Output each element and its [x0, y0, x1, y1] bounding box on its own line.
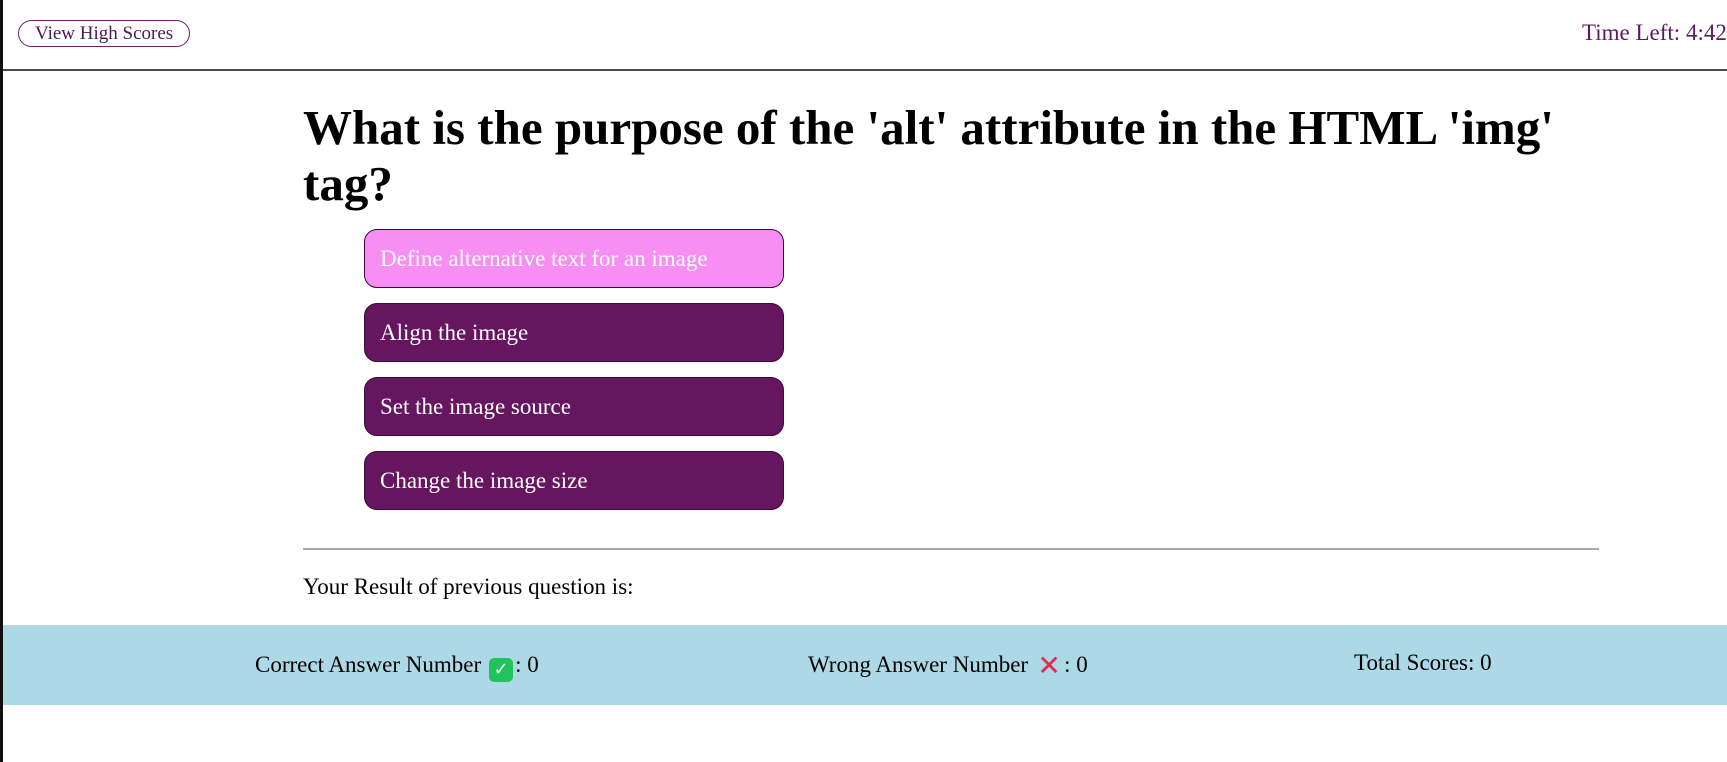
correct-answer-value: : 0 [515, 652, 539, 677]
wrong-answer-count: Wrong Answer Number ✕: 0 [808, 650, 1088, 680]
total-scores: Total Scores: 0 [1354, 650, 1492, 675]
check-mark-icon: ✓ [489, 658, 514, 682]
view-high-scores-button[interactable]: View High Scores [18, 20, 191, 47]
answer-option-1[interactable]: Define alternative text for an image [364, 229, 784, 288]
previous-result-text: Your Result of previous question is: [303, 574, 634, 599]
wrong-answer-value: : 0 [1064, 652, 1088, 677]
top-header: View High Scores Time Left: 4:42 [3, 0, 1727, 71]
cross-mark-icon: ✕ [1037, 649, 1061, 682]
question-title: What is the purpose of the 'alt' attribu… [303, 100, 1554, 211]
answer-option-4[interactable]: Change the image size [364, 451, 784, 510]
score-bar: Correct Answer Number ✓: 0 Wrong Answer N… [3, 625, 1727, 705]
section-divider [303, 548, 1599, 550]
correct-answer-label: Correct Answer Number [255, 652, 482, 677]
time-left-display: Time Left: 4:42 [1582, 18, 1727, 48]
wrong-answer-label: Wrong Answer Number [808, 652, 1029, 677]
correct-answer-count: Correct Answer Number ✓: 0 [255, 650, 539, 682]
answer-list: Define alternative text for an image Ali… [364, 229, 784, 525]
answer-option-2[interactable]: Align the image [364, 303, 784, 362]
timer-value: 4:42 [1685, 20, 1727, 45]
answer-option-3[interactable]: Set the image source [364, 377, 784, 436]
timer-label: Time Left: [1582, 20, 1686, 45]
